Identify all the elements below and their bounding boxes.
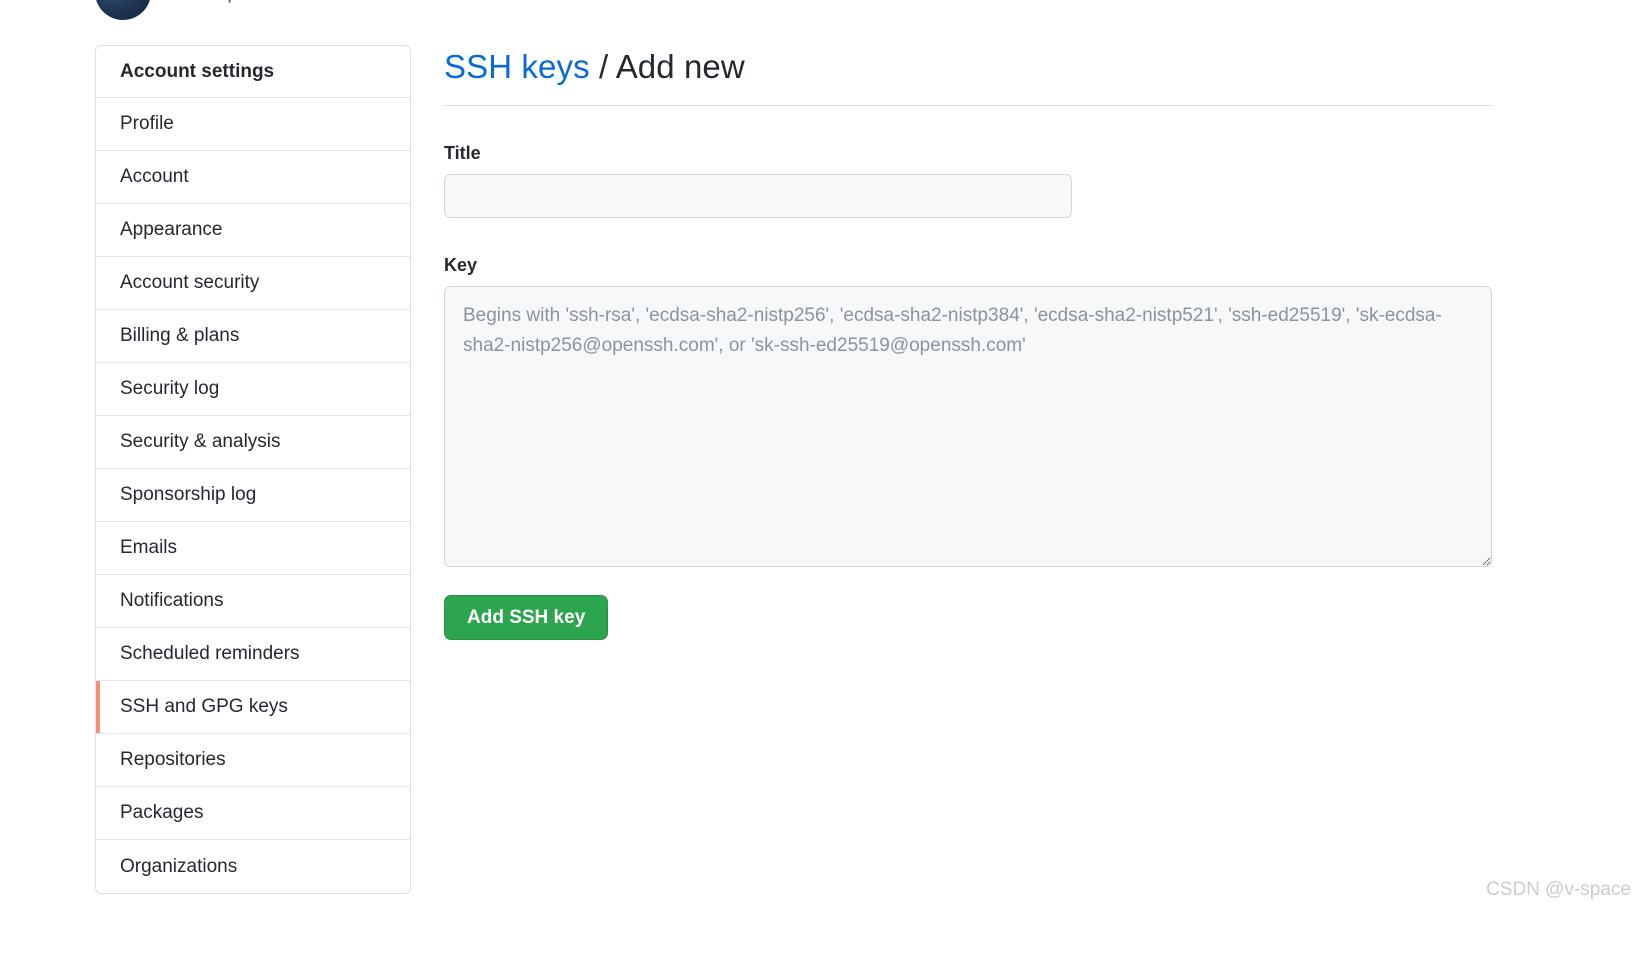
sidebar-item-notifications[interactable]: Notifications (96, 575, 410, 628)
key-field-label: Key (444, 255, 478, 275)
sidebar-item-security-log[interactable]: Security log (96, 363, 410, 416)
sidebar-item-repositories[interactable]: Repositories (96, 734, 410, 787)
settings-page: Your personal account Account settingsPr… (0, 0, 1649, 953)
breadcrumb-separator: / (589, 48, 616, 85)
key-textarea[interactable] (444, 286, 1492, 567)
title-field-label: Title (444, 143, 481, 163)
title-input[interactable] (444, 174, 1072, 218)
breadcrumb-current: Add new (615, 48, 745, 85)
account-header: Your personal account (95, 0, 387, 20)
sidebar-heading: Account settings (96, 46, 410, 98)
add-ssh-key-button[interactable]: Add SSH key (444, 595, 609, 640)
sidebar-item-sponsorship-log[interactable]: Sponsorship log (96, 469, 410, 522)
sidebar-item-account-security[interactable]: Account security (96, 257, 410, 310)
sidebar-item-scheduled-reminders[interactable]: Scheduled reminders (96, 628, 410, 681)
breadcrumb-ssh-keys-link[interactable]: SSH keys (444, 48, 590, 85)
sidebar-item-packages[interactable]: Packages (96, 787, 410, 840)
sidebar-item-security-analysis[interactable]: Security & analysis (96, 416, 410, 469)
sidebar-item-billing-plans[interactable]: Billing & plans (96, 310, 410, 363)
account-subtitle: Your personal account (179, 0, 387, 4)
sidebar-item-appearance[interactable]: Appearance (96, 204, 410, 257)
sidebar-item-organizations[interactable]: Organizations (96, 840, 410, 893)
main-content: SSH keys / Add new Title Key Add SSH key (444, 45, 1492, 640)
sidebar-item-emails[interactable]: Emails (96, 522, 410, 575)
avatar[interactable] (95, 0, 151, 20)
watermark: CSDN @v-space (1486, 879, 1631, 900)
settings-sidebar: Account settings Profile Account Appearance… (95, 45, 411, 894)
page-title: SSH keys / Add new (444, 45, 1492, 106)
sidebar-item-account[interactable]: Account (96, 151, 410, 204)
sidebar-item-ssh-and-gpg-keys[interactable]: SSH and GPG keys (96, 681, 410, 734)
sidebar-item-profile[interactable]: Profile (96, 98, 410, 151)
